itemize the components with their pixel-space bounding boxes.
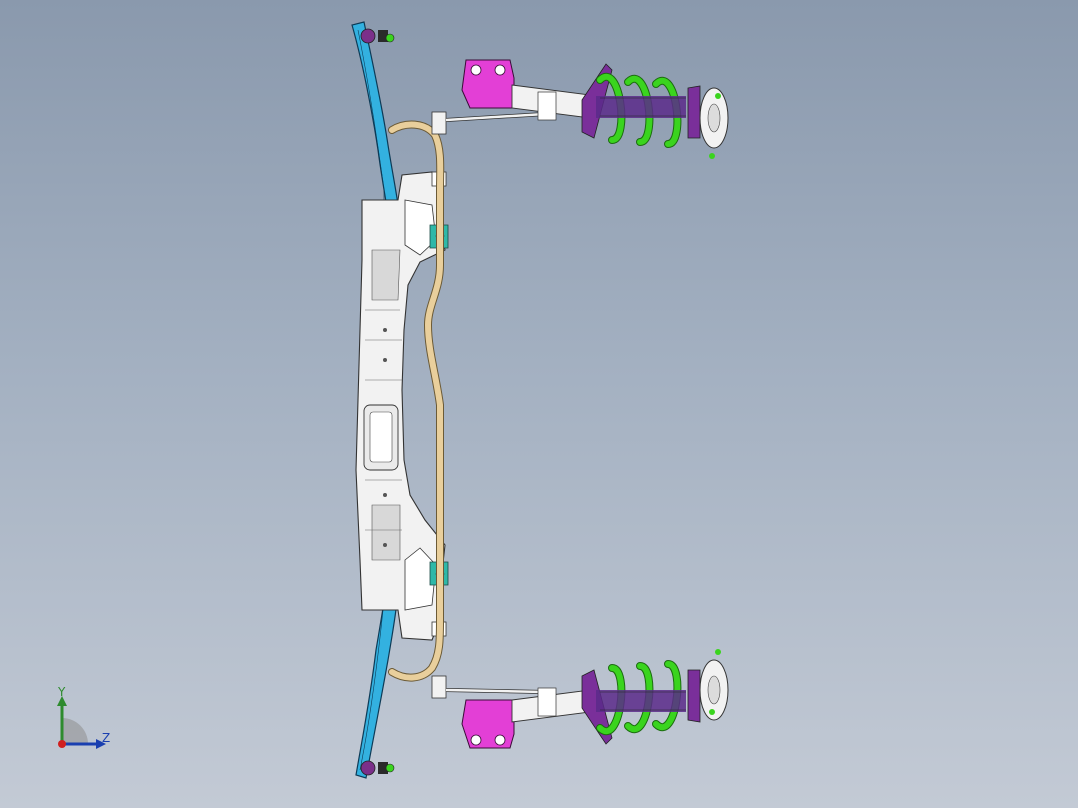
lower-strut-assembly[interactable]: [461, 649, 729, 749]
cad-graphics-viewport[interactable]: Y Z: [0, 0, 1078, 808]
suspension-assembly-model[interactable]: [0, 0, 1078, 808]
triad-z-label: Z: [102, 731, 111, 745]
triad-y-label: Y: [58, 685, 66, 699]
coordinate-triad: Y Z: [40, 680, 130, 760]
triad-axes-icon: [57, 696, 106, 749]
upper-strut-assembly[interactable]: [461, 59, 729, 159]
front-subframe[interactable]: [355, 171, 449, 641]
